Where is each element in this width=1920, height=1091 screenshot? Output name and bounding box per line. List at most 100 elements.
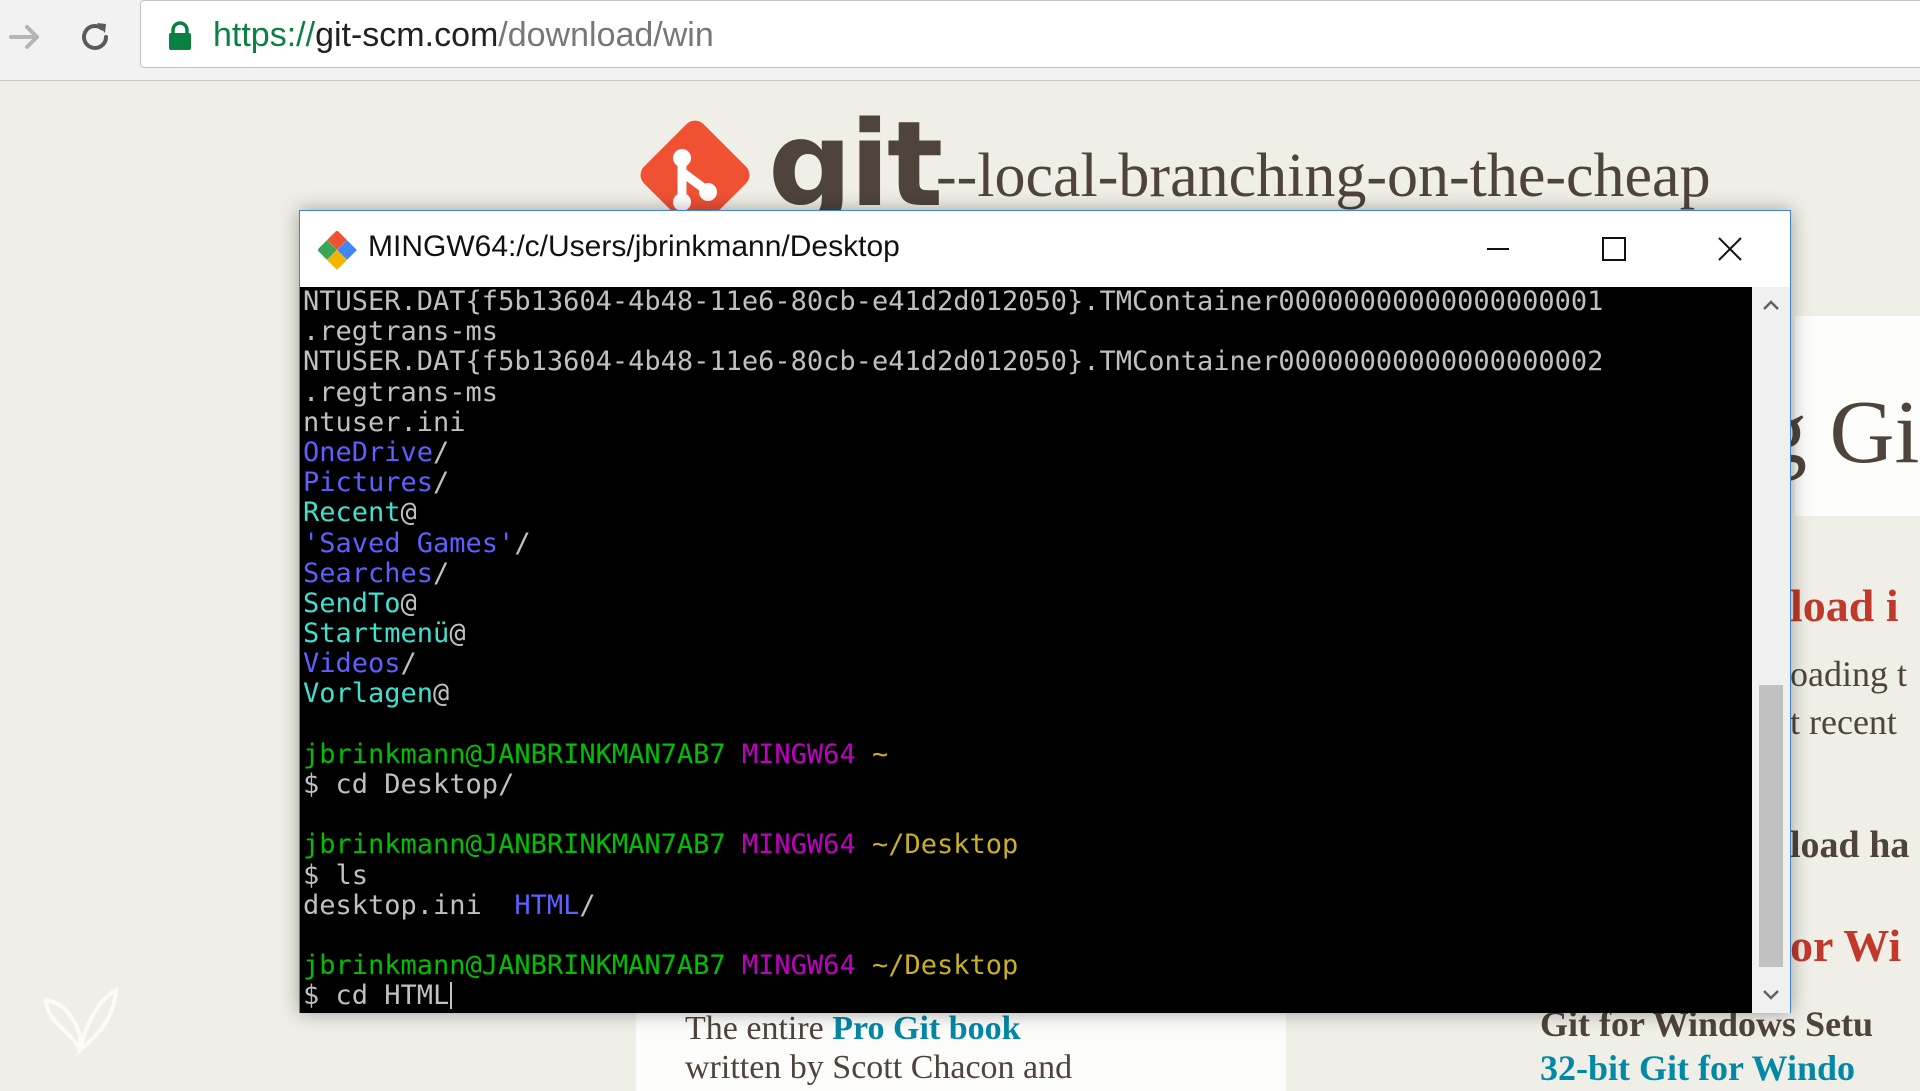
book-text-line2: written by Scott Chacon and xyxy=(685,1049,1073,1086)
console-text: jbrinkmann@JANBRINKMAN7AB7 xyxy=(303,829,726,861)
lock-icon xyxy=(169,21,191,50)
address-bar[interactable]: https://git-scm.com/download/win xyxy=(140,0,1920,68)
browser-toolbar: https://git-scm.com/download/win xyxy=(0,0,1920,81)
console-text: / xyxy=(433,467,450,499)
gfw-32bit-link[interactable]: 32-bit Git for Windo xyxy=(1540,1047,1855,1089)
minimize-button[interactable] xyxy=(1440,211,1556,287)
console-text: / xyxy=(433,436,450,468)
console-line: .regtrans-ms xyxy=(303,317,1603,347)
console-text: ~/Desktop xyxy=(855,829,1019,861)
console-text: .regtrans-ms xyxy=(303,316,499,348)
tagline: --local-branching-on-the-cheap xyxy=(936,142,1711,210)
minimize-icon xyxy=(1487,248,1509,250)
console-text: MINGW64 xyxy=(741,738,856,770)
console-text: @ xyxy=(400,587,417,619)
pro-git-book-link[interactable]: Pro Git book xyxy=(832,1010,1020,1047)
console-text: ~/Desktop xyxy=(855,950,1019,982)
scrollbar-thumb[interactable] xyxy=(1759,685,1783,967)
console-text: ~ xyxy=(855,738,889,770)
console-line: Vorlagen@ xyxy=(303,679,1603,709)
maximize-icon xyxy=(1602,237,1626,261)
close-button[interactable] xyxy=(1672,211,1788,287)
console-line: .regtrans-ms xyxy=(303,376,1603,408)
terminal-title: MINGW64:/c/Users/jbrinkmann/Desktop xyxy=(368,230,900,263)
terminal-window[interactable]: MINGW64:/c/Users/jbrinkmann/Desktop NTUS… xyxy=(299,210,1791,1013)
scroll-up-button[interactable] xyxy=(1752,287,1790,325)
console-text: $ cd Desktop/ xyxy=(303,769,515,800)
console-text: NTUSER.DAT{f5b13604-4b48-11e6-80cb-e41d2… xyxy=(303,346,1604,378)
console-line: OneDrive/ xyxy=(303,436,1603,468)
console-line: Recent@ xyxy=(303,498,1603,528)
console-line: Pictures/ xyxy=(303,468,1603,498)
console-text: / xyxy=(579,889,596,921)
console-text: 'Saved Games' xyxy=(303,527,515,559)
maximize-button[interactable] xyxy=(1556,211,1672,287)
terminal-scrollbar[interactable] xyxy=(1752,287,1790,1013)
download-text-line2: t recent xyxy=(1790,702,1897,742)
download-heading: load i xyxy=(1790,580,1899,631)
console-text: Videos xyxy=(303,648,401,680)
console-text: $ ls xyxy=(303,859,369,891)
console-text: desktop.ini xyxy=(303,889,515,921)
book-text: The entire Pro Git book xyxy=(685,1009,1021,1049)
terminal-titlebar[interactable]: MINGW64:/c/Users/jbrinkmann/Desktop xyxy=(300,211,1790,287)
url-text: https://git-scm.com/download/win xyxy=(213,16,714,54)
console-line: $ cd Desktop/ xyxy=(303,769,1603,800)
download-hash-heading: load ha xyxy=(1790,824,1910,866)
console-text: .regtrans-ms xyxy=(303,376,499,408)
chevron-down-icon xyxy=(1763,990,1779,1000)
console-line: desktop.ini HTML/ xyxy=(303,889,1603,921)
butterfly-icon xyxy=(43,986,119,1056)
console-line: Videos/ xyxy=(303,649,1603,679)
console-text: HTML xyxy=(514,889,580,921)
console-line: 'Saved Games'/ xyxy=(303,527,1603,559)
console-text: $ cd HTML xyxy=(303,980,450,1012)
console-line: jbrinkmann@JANBRINKMAN7AB7 MINGW64 ~/Des… xyxy=(303,951,1603,981)
download-text-line1: oading t xyxy=(1790,654,1907,694)
console-text: @ xyxy=(433,678,450,710)
for-windows-heading: or Wi xyxy=(1790,920,1902,971)
console-text: MINGW64 xyxy=(741,950,856,982)
console-text: Startmenü xyxy=(303,618,450,650)
console-text: / xyxy=(400,648,417,680)
console-text: / xyxy=(433,557,450,589)
console-text: @ xyxy=(449,618,466,650)
console-text: Searches xyxy=(303,557,434,589)
console-text: NTUSER.DAT{f5b13604-4b48-11e6-80cb-e41d2… xyxy=(303,287,1604,317)
console-line: ntuser.ini xyxy=(303,406,1603,438)
console-text: / xyxy=(514,527,531,559)
scroll-down-button[interactable] xyxy=(1752,975,1790,1013)
console-text: MINGW64 xyxy=(741,829,856,861)
url-host: git-scm.com xyxy=(315,16,499,54)
console-text: ntuser.ini xyxy=(303,406,466,438)
book-text-prefix: The entire xyxy=(685,1010,833,1047)
forward-button[interactable] xyxy=(0,12,50,62)
console-text: OneDrive xyxy=(303,436,434,468)
url-path: /download/win xyxy=(498,16,714,54)
chevron-up-icon xyxy=(1763,300,1779,310)
console-line: $ cd HTML xyxy=(303,981,1603,1011)
console-text: Vorlagen xyxy=(303,678,434,710)
arrow-right-icon xyxy=(9,25,39,49)
console-line: jbrinkmann@JANBRINKMAN7AB7 MINGW64 ~/Des… xyxy=(303,830,1603,860)
reload-button[interactable] xyxy=(70,12,120,62)
reload-icon xyxy=(82,23,108,50)
console-text: Recent xyxy=(303,497,401,529)
console-text: jbrinkmann@JANBRINKMAN7AB7 xyxy=(303,950,726,982)
console-line: Searches/ xyxy=(303,557,1603,589)
console-line: $ ls xyxy=(303,859,1603,891)
console-text: SendTo xyxy=(303,587,401,619)
terminal-console[interactable]: NTUSER.DAT{f5b13604-4b48-11e6-80cb-e41d2… xyxy=(300,287,1752,1013)
console-text: jbrinkmann@JANBRINKMAN7AB7 xyxy=(303,738,726,770)
console-line: SendTo@ xyxy=(303,587,1603,619)
console-line: NTUSER.DAT{f5b13604-4b48-11e6-80cb-e41d2… xyxy=(303,347,1603,377)
text-cursor xyxy=(450,982,453,1010)
url-scheme: https:// xyxy=(213,16,316,54)
console-line: NTUSER.DAT{f5b13604-4b48-11e6-80cb-e41d2… xyxy=(303,287,1603,317)
